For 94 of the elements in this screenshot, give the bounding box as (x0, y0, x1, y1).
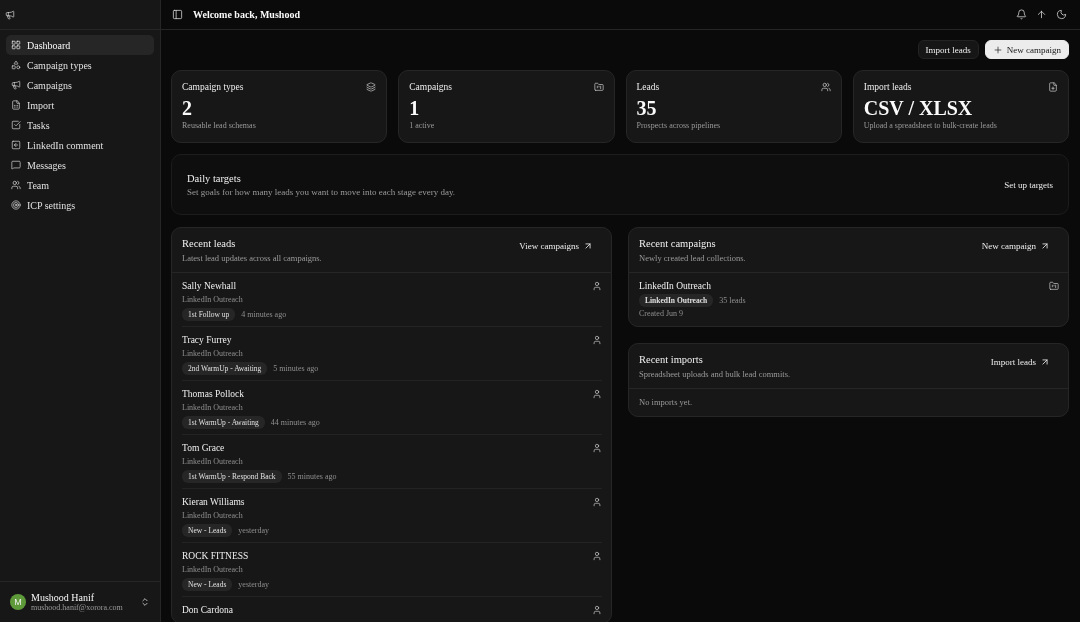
stat-caption: Reusable lead schemas (182, 121, 257, 130)
lead-name: Tom Grace (182, 442, 226, 454)
lead-name: Don Cardona (182, 604, 233, 616)
arrow-left-square-icon (11, 140, 21, 150)
lead-time: 55 minutes ago (287, 471, 337, 481)
lead-time: 5 minutes ago (273, 363, 319, 373)
import-button[interactable]: Import leads (917, 40, 979, 59)
stat-title: Import leads (863, 82, 912, 92)
new-button[interactable]: New campaign (984, 40, 1069, 59)
nav-item[interactable]: Dashboard (6, 35, 154, 55)
nav-item[interactable]: Messages (6, 155, 154, 175)
arrow-up-right-icon (1040, 357, 1050, 367)
lead-campaign: LinkedIn Outreach (182, 402, 244, 414)
new-campaign-link[interactable]: New campaign (981, 237, 1050, 255)
created-date: Created Jun 9 (639, 308, 684, 320)
megaphone-icon (5, 9, 15, 20)
stat-caption: Prospects across pipelines (636, 121, 722, 130)
lead-name: Thomas Pollock (182, 388, 245, 400)
stat-value: 2 (182, 96, 193, 120)
lead-campaign: LinkedIn Outreach (182, 510, 244, 522)
nav-item[interactable]: Team (6, 175, 154, 195)
stat-title: Leads (636, 82, 660, 92)
stat-title: Campaign types (182, 82, 244, 92)
nav-item[interactable]: Tasks (6, 115, 154, 135)
campaign-name: LinkedIn Outreach (639, 280, 712, 292)
user-icon (592, 551, 602, 561)
users-icon (820, 82, 831, 92)
user-email: mushood.hanif@xorora.com (31, 602, 124, 613)
lead-time: yesterday (238, 525, 269, 535)
targets-description: Set goals for how many leads you want to move into each stage every day. (187, 186, 456, 197)
arrow-up-right-icon (1040, 241, 1050, 251)
stat-value: CSV / XLSX (863, 96, 974, 120)
file-plus-icon (1048, 82, 1058, 92)
lead-campaign: LinkedIn Outreach (182, 348, 244, 360)
folder-icon (593, 82, 604, 92)
lead-row[interactable]: Don Cardona (182, 597, 602, 622)
layers-icon (366, 82, 377, 92)
lead-count: 35 leads (719, 295, 746, 305)
stat-value: 1 (409, 96, 421, 120)
lead-campaign: LinkedIn Outreach (182, 456, 244, 468)
user-icon (592, 335, 602, 345)
nav-item[interactable]: Campaigns (6, 75, 154, 95)
lead-name: ROCK FITNESS (182, 550, 250, 562)
checkbox-icon (11, 120, 21, 130)
stat-value: 35 (636, 96, 658, 120)
card-title: Recent imports (639, 353, 704, 367)
moon-icon[interactable] (1056, 9, 1067, 20)
setup-targets-button[interactable]: Set up targets (1004, 175, 1053, 194)
bell-icon[interactable] (1016, 9, 1027, 20)
card-title: Recent leads (182, 237, 237, 251)
arrow-up-icon[interactable] (1036, 9, 1047, 20)
shapes-icon (11, 60, 21, 70)
user-icon (592, 389, 602, 399)
view-link[interactable]: View campaigns (519, 237, 593, 255)
user-icon (592, 281, 602, 291)
folder-icon (1049, 281, 1059, 291)
user-icon (592, 605, 602, 615)
sidebar-toggle-icon[interactable] (172, 9, 183, 20)
chevrons-up-down-icon[interactable] (139, 596, 150, 608)
arrow-up-right-icon (583, 241, 593, 251)
lead-campaign: LinkedIn Outreach (182, 294, 244, 306)
grid-icon (11, 40, 21, 50)
lead-name: Tracy Furrey (182, 334, 233, 346)
spreadsheet-file-icon (11, 100, 21, 110)
nav-item[interactable]: ICP settings (6, 195, 154, 215)
lead-name: Kieran Williams (182, 496, 246, 508)
nav-item[interactable]: Campaign types (6, 55, 154, 75)
targets-title: Daily targets (187, 172, 242, 184)
stat-caption: 1 active (409, 121, 436, 130)
plus-icon (992, 44, 1003, 55)
users-icon (11, 180, 21, 190)
user-avatar: M (10, 594, 26, 610)
empty-message: No imports yet. (638, 396, 694, 409)
user-icon (592, 497, 602, 507)
lead-time: yesterday (238, 579, 269, 589)
stat-title: Campaigns (409, 82, 452, 92)
card-subtitle: Spreadsheet uploads and bulk lead commits. (639, 369, 791, 380)
megaphone-icon (11, 80, 21, 90)
lead-time: 44 minutes ago (270, 417, 320, 427)
lead-campaign: LinkedIn Outreach (182, 564, 244, 576)
stat-caption: Upload a spreadsheet to bulk-create leads (863, 121, 998, 130)
nav-item[interactable]: Import (6, 95, 154, 115)
card-subtitle: Newly created lead collections. (639, 253, 746, 264)
message-icon (11, 160, 21, 170)
user-name: Mushood Hanif (31, 591, 96, 603)
page-title: Welcome back, Mushood (193, 9, 301, 20)
user-icon (592, 443, 602, 453)
card-subtitle: Latest lead updates across all campaigns. (182, 253, 322, 264)
target-icon (11, 200, 21, 210)
card-title: Recent campaigns (639, 237, 717, 251)
import-leads-link[interactable]: Import leads (990, 353, 1050, 371)
lead-time: 4 minutes ago (241, 309, 287, 319)
nav-item[interactable]: LinkedIn comment (6, 135, 154, 155)
lead-name: Sally Newhall (182, 280, 238, 292)
